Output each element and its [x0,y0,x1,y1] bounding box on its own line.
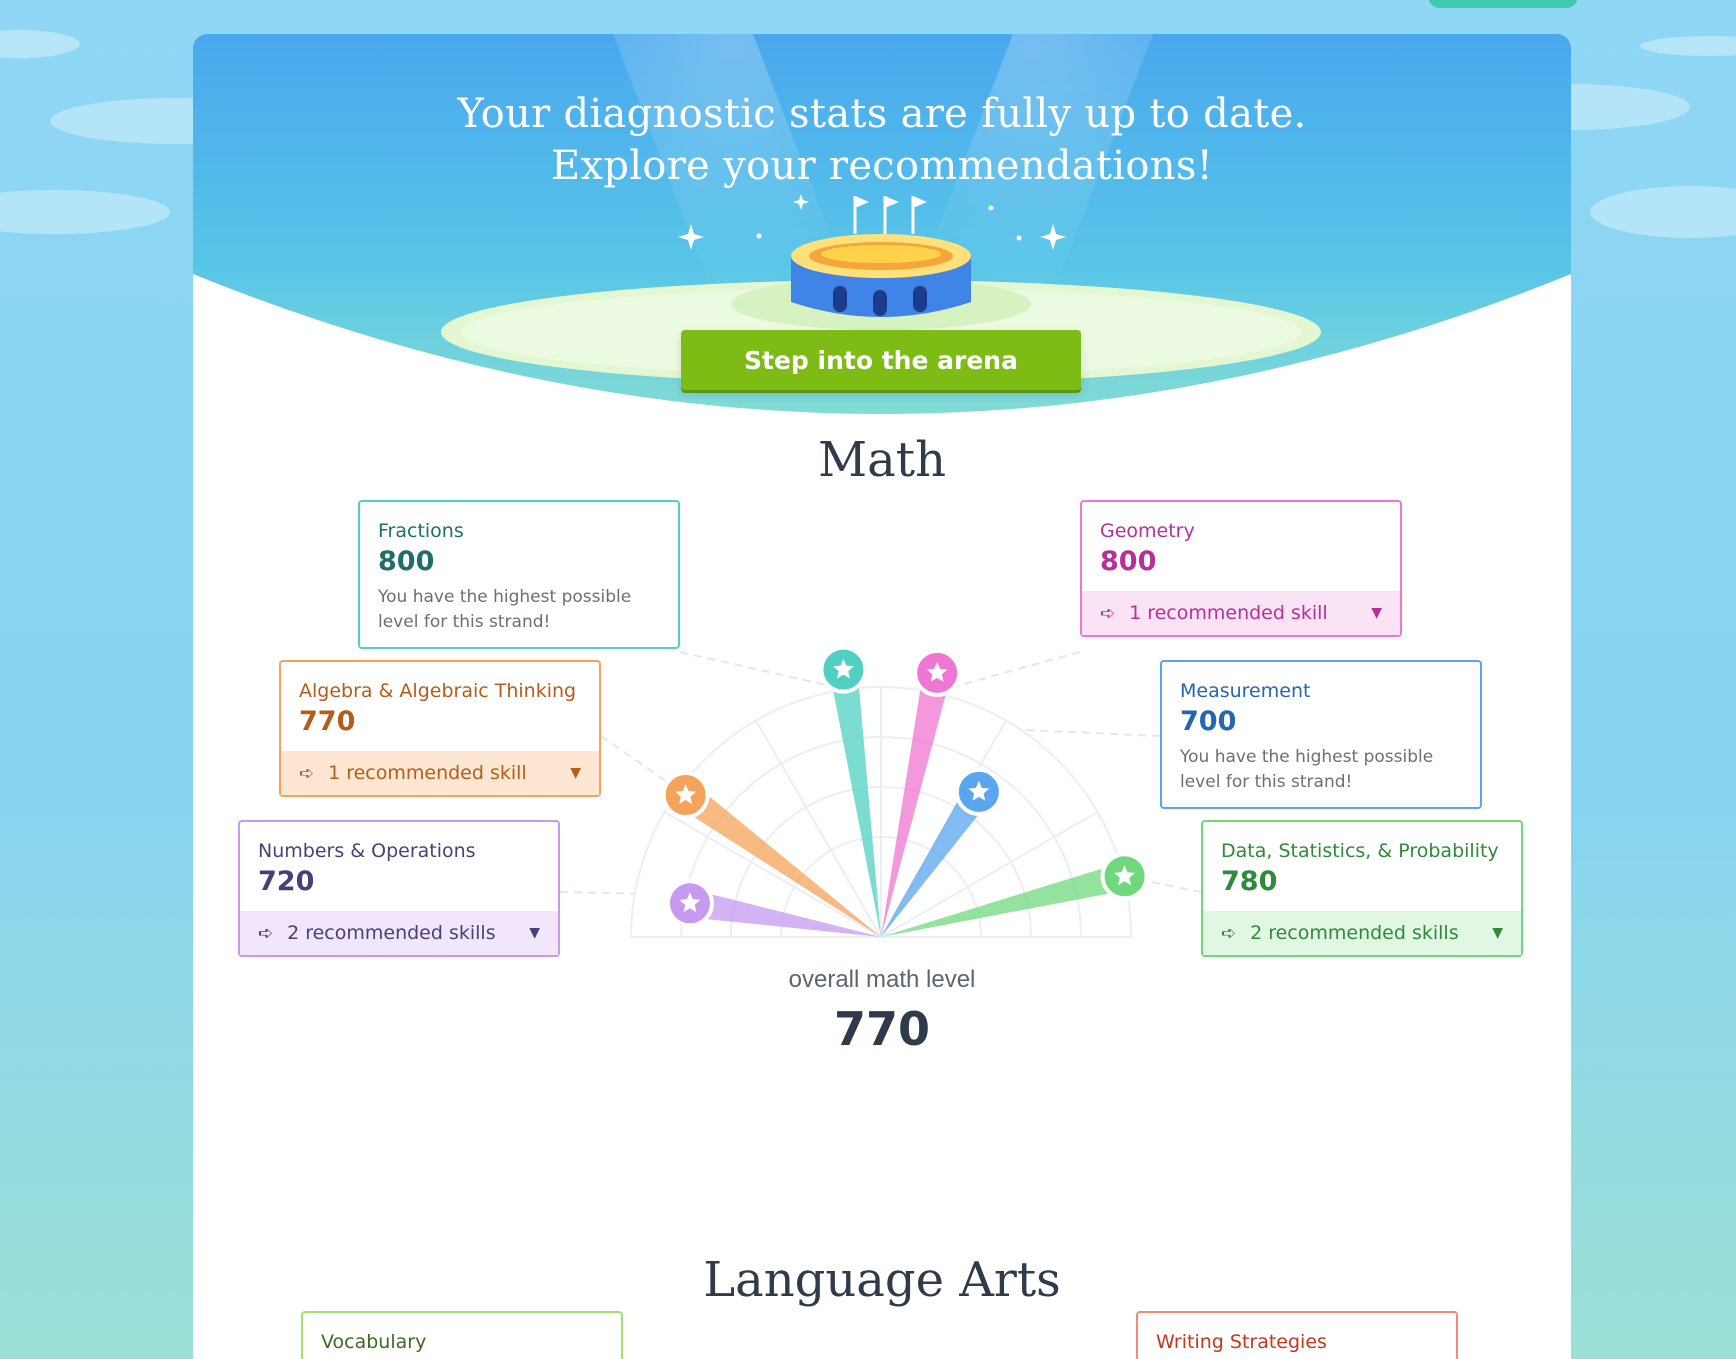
cloud-decoration [1590,186,1736,238]
recommendation-arrow-icon: ➪ [1100,602,1116,624]
strand-score: 720 [258,866,315,897]
strand-card-fractions[interactable]: Fractions 800 You have the highest possi… [358,500,680,649]
guide-arc [680,736,1082,938]
strand-beam [881,784,991,937]
strand-name: Algebra & Algebraic Thinking [299,680,577,702]
star-icon [675,784,697,804]
strand-name: Writing Strategies [1156,1331,1327,1353]
strand-star-marker [661,771,710,820]
recommended-skills-toggle[interactable]: ➪ 2 recommended skills ▼ [240,911,558,955]
strand-star-marker [665,879,714,928]
recommended-skills-label: 1 recommended skill [1129,602,1328,624]
strand-score: 800 [1100,546,1157,577]
cloud-decoration [0,30,80,58]
strand-card-algebra[interactable]: Algebra & Algebraic Thinking 770 ➪ 1 rec… [279,660,601,797]
strand-star-marker [954,767,1003,816]
strand-connector [932,651,1081,694]
guide-spoke [880,719,1007,938]
recommendation-arrow-icon: ➪ [1221,922,1237,944]
hero-headline: Your diagnostic stats are fully up to da… [193,88,1571,192]
strand-star-marker [1100,852,1149,901]
chevron-down-icon[interactable]: ▼ [529,925,540,941]
guide-spoke [880,811,1099,938]
chevron-down-icon[interactable]: ▼ [570,765,581,781]
recommendations-card: Your diagnostic stats are fully up to da… [193,34,1571,1359]
strand-connector [559,891,635,895]
strand-card-measurement[interactable]: Measurement 700 You have the highest pos… [1160,660,1482,809]
strand-connector [1123,875,1202,893]
recommended-skills-toggle[interactable]: ➪ 1 recommended skill ▼ [281,751,599,795]
star-icon [1114,865,1135,886]
strand-beam [881,862,1128,937]
guide-spoke [663,811,882,938]
headline-line-2: Explore your recommendations! [550,143,1214,189]
strand-connector [1020,728,1161,737]
recommendation-arrow-icon: ➪ [258,922,274,944]
overall-level-value: 770 [833,1002,931,1056]
star-icon [926,661,948,682]
recommended-skills-toggle[interactable]: ➪ 2 recommended skills ▼ [1203,911,1521,955]
strand-star-marker [819,645,868,694]
top-tab[interactable] [1428,0,1578,8]
star-icon [833,658,854,679]
recommended-skills-label: 1 recommended skill [328,762,527,784]
strand-score: 780 [1221,866,1278,897]
headline-line-1: Your diagnostic stats are fully up to da… [457,91,1307,137]
strand-score: 800 [378,546,435,577]
strand-beam [881,669,951,937]
chevron-down-icon[interactable]: ▼ [1371,605,1382,621]
star-icon [968,780,990,801]
guide-arc [630,686,1132,938]
recommended-skills-label: 2 recommended skills [287,922,496,944]
overall-level-label: overall math level [788,966,976,993]
strand-beam [829,667,881,937]
strand-score: 700 [1180,706,1237,737]
strand-connector [679,651,847,691]
step-into-arena-button[interactable]: Step into the arena [681,330,1081,390]
cloud-decoration [1640,36,1736,56]
strand-card-numbers-operations[interactable]: Numbers & Operations 720 ➪ 2 recommended… [238,820,560,957]
guide-arc [730,786,1032,938]
strand-connector [600,735,680,791]
strand-card-writing-strategies[interactable]: Writing Strategies [1136,1311,1458,1359]
strand-score: 770 [299,706,356,737]
strand-name: Measurement [1180,680,1311,702]
guide-arc [780,836,982,938]
recommended-skills-toggle[interactable]: ➪ 1 recommended skill ▼ [1082,591,1400,635]
strand-card-geometry[interactable]: Geometry 800 ➪ 1 recommended skill ▼ [1080,500,1402,637]
strand-name: Geometry [1100,520,1195,542]
strand-name: Numbers & Operations [258,840,476,862]
strand-beam [687,889,881,937]
strand-name: Vocabulary [321,1331,427,1353]
cloud-decoration [0,190,170,234]
chevron-down-icon[interactable]: ▼ [1492,925,1503,941]
recommended-skills-label: 2 recommended skills [1250,922,1459,944]
strand-note: You have the highest possible level for … [378,587,632,632]
strand-card-data-statistics[interactable]: Data, Statistics, & Probability 780 ➪ 2 … [1201,820,1523,957]
strand-card-vocabulary[interactable]: Vocabulary [301,1311,623,1359]
recommendation-arrow-icon: ➪ [299,762,315,784]
strand-note: You have the highest possible level for … [1180,747,1434,792]
strand-name: Fractions [378,520,464,542]
language-arts-section-title: Language Arts [703,1252,1061,1308]
strand-beam [677,783,881,937]
strand-star-marker [913,648,962,697]
star-icon [679,892,701,913]
guide-spoke [755,719,882,938]
math-section-title: Math [818,432,946,488]
strand-name: Data, Statistics, & Probability [1221,840,1499,862]
